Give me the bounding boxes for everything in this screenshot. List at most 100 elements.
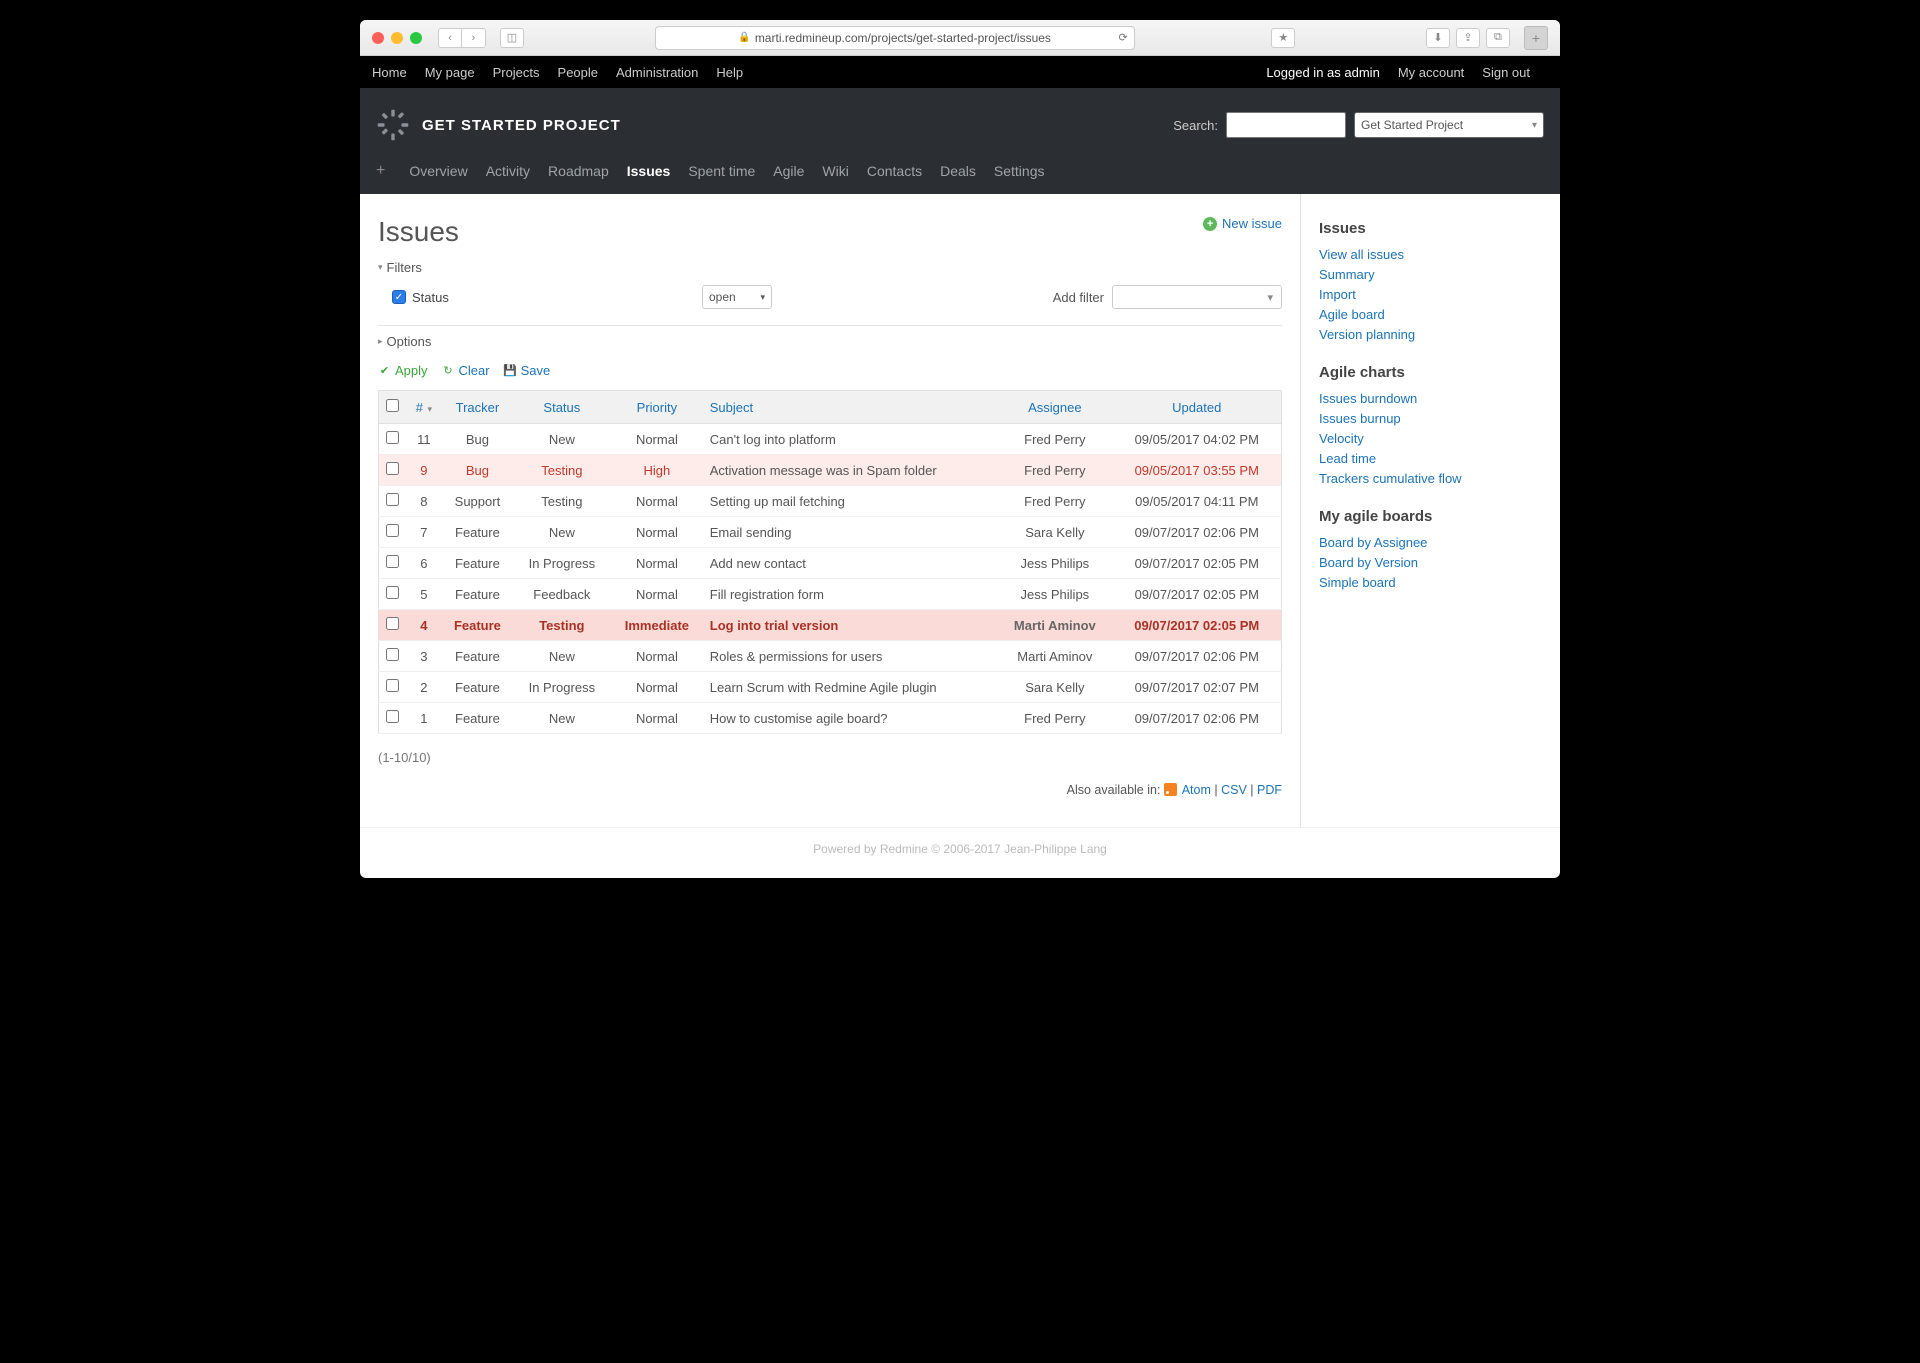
row-checkbox[interactable] — [386, 555, 399, 568]
minimize-window-button[interactable] — [391, 32, 403, 44]
table-row[interactable]: 4FeatureTestingImmediateLog into trial v… — [379, 610, 1282, 641]
options-toggle[interactable]: ▸ Options — [378, 334, 1282, 349]
col-[interactable]: # ▾ — [407, 391, 442, 424]
sidebar-link-view-all-issues[interactable]: View all issues — [1319, 247, 1542, 262]
row-checkbox[interactable] — [386, 617, 399, 630]
add-filter-label: Add filter — [1053, 290, 1104, 305]
table-row[interactable]: 9BugTestingHighActivation message was in… — [379, 455, 1282, 486]
sidebar-toggle-button[interactable]: ◫ — [500, 28, 524, 48]
download-button[interactable]: ⬇ — [1426, 28, 1450, 48]
save-button[interactable]: 💾Save — [504, 363, 551, 378]
row-checkbox[interactable] — [386, 586, 399, 599]
forward-button[interactable]: › — [462, 28, 486, 48]
topnav-projects[interactable]: Projects — [493, 65, 540, 80]
tab-deals[interactable]: Deals — [940, 163, 976, 179]
row-checkbox[interactable] — [386, 431, 399, 444]
maximize-window-button[interactable] — [410, 32, 422, 44]
back-button[interactable]: ‹ — [438, 28, 462, 48]
table-row[interactable]: 3FeatureNewNormalRoles & permissions for… — [379, 641, 1282, 672]
clear-button[interactable]: ↻Clear — [442, 363, 490, 378]
sidebar-link-import[interactable]: Import — [1319, 287, 1542, 302]
sidebar-link-version-planning[interactable]: Version planning — [1319, 327, 1542, 342]
col-status[interactable]: Status — [514, 391, 610, 424]
close-window-button[interactable] — [372, 32, 384, 44]
col-assignee[interactable]: Assignee — [997, 391, 1112, 424]
row-checkbox[interactable] — [386, 648, 399, 661]
table-row[interactable]: 7FeatureNewNormalEmail sendingSara Kelly… — [379, 517, 1282, 548]
apply-button[interactable]: ✔Apply — [378, 363, 428, 378]
tab-settings[interactable]: Settings — [994, 163, 1045, 179]
col-updated[interactable]: Updated — [1113, 391, 1282, 424]
col-priority[interactable]: Priority — [610, 391, 704, 424]
col-subject[interactable]: Subject — [704, 391, 997, 424]
sidebar-link-trackers-cumulative-flow[interactable]: Trackers cumulative flow — [1319, 471, 1542, 486]
address-bar[interactable]: 🔒 marti.redmineup.com/projects/get-start… — [655, 26, 1135, 50]
add-tab-button[interactable]: + — [376, 162, 385, 180]
sidebar-link-lead-time[interactable]: Lead time — [1319, 451, 1542, 466]
project-selector[interactable]: Get Started Project ▾ — [1354, 112, 1544, 138]
tab-overview[interactable]: Overview — [409, 163, 467, 179]
tab-contacts[interactable]: Contacts — [867, 163, 922, 179]
tab-agile[interactable]: Agile — [773, 163, 804, 179]
search-label: Search: — [1173, 118, 1218, 133]
table-row[interactable]: 6FeatureIn ProgressNormalAdd new contact… — [379, 548, 1282, 579]
new-tab-button[interactable]: + — [1524, 26, 1548, 50]
sidebar-link-issues-burndown[interactable]: Issues burndown — [1319, 391, 1542, 406]
table-row[interactable]: 8SupportTestingNormalSetting up mail fet… — [379, 486, 1282, 517]
row-checkbox[interactable] — [386, 493, 399, 506]
sidebar-link-velocity[interactable]: Velocity — [1319, 431, 1542, 446]
tabs-button[interactable]: ⧉ — [1486, 28, 1510, 48]
row-checkbox[interactable] — [386, 524, 399, 537]
export-csv[interactable]: CSV — [1221, 783, 1247, 797]
filters-toggle[interactable]: ▾ Filters — [378, 260, 1282, 275]
sidebar: Issues View all issuesSummaryImportAgile… — [1300, 194, 1560, 827]
issues-table: # ▾TrackerStatusPrioritySubjectAssigneeU… — [378, 390, 1282, 734]
row-checkbox[interactable] — [386, 679, 399, 692]
sidebar-link-board-by-version[interactable]: Board by Version — [1319, 555, 1542, 570]
chevron-down-icon: ▾ — [1532, 120, 1537, 131]
topnav-administration[interactable]: Administration — [616, 65, 698, 80]
footer-text: Powered by Redmine © 2006-2017 Jean-Phil… — [360, 827, 1560, 878]
tab-roadmap[interactable]: Roadmap — [548, 163, 609, 179]
sidebar-link-agile-board[interactable]: Agile board — [1319, 307, 1542, 322]
row-checkbox[interactable] — [386, 462, 399, 475]
sidebar-link-issues-burnup[interactable]: Issues burnup — [1319, 411, 1542, 426]
sidebar-link-summary[interactable]: Summary — [1319, 267, 1542, 282]
add-filter-select[interactable]: ▾ — [1112, 285, 1282, 309]
logged-in-text: Logged in as admin — [1266, 65, 1380, 80]
top-menu: Home My page Projects People Administration H… — [360, 56, 1560, 88]
col-tracker[interactable]: Tracker — [441, 391, 513, 424]
tab-wiki[interactable]: Wiki — [822, 163, 848, 179]
caret-right-icon: ▸ — [378, 336, 383, 347]
new-issue-button[interactable]: + New issue — [1203, 216, 1282, 231]
topnav-people[interactable]: People — [558, 65, 598, 80]
status-filter-checkbox[interactable]: ✓ — [392, 290, 406, 304]
status-filter-label: Status — [412, 290, 702, 305]
row-checkbox[interactable] — [386, 710, 399, 723]
reader-button[interactable]: ★ — [1271, 28, 1295, 48]
tab-spent-time[interactable]: Spent time — [688, 163, 755, 179]
main-menu: + Overview Activity Roadmap Issues Spent tim… — [376, 162, 1544, 194]
sidebar-link-board-by-assignee[interactable]: Board by Assignee — [1319, 535, 1542, 550]
project-title[interactable]: GET STARTED PROJECT — [422, 117, 621, 134]
tab-issues[interactable]: Issues — [627, 163, 671, 179]
topnav-sign-out[interactable]: Sign out — [1482, 65, 1530, 80]
topnav-home[interactable]: Home — [372, 65, 407, 80]
status-filter-operator[interactable]: open ▾ — [702, 285, 772, 309]
reload-icon[interactable]: ⟳ — [1118, 31, 1127, 44]
lock-icon: 🔒 — [738, 32, 750, 43]
topnav-help[interactable]: Help — [716, 65, 743, 80]
search-input[interactable] — [1226, 112, 1346, 138]
table-row[interactable]: 5FeatureFeedbackNormalFill registration … — [379, 579, 1282, 610]
table-row[interactable]: 2FeatureIn ProgressNormalLearn Scrum wit… — [379, 672, 1282, 703]
export-atom[interactable]: Atom — [1182, 783, 1211, 797]
export-pdf[interactable]: PDF — [1257, 783, 1282, 797]
topnav-my-page[interactable]: My page — [425, 65, 475, 80]
table-row[interactable]: 11BugNewNormalCan't log into platformFre… — [379, 424, 1282, 455]
share-button[interactable]: ⇪ — [1456, 28, 1480, 48]
select-all-checkbox[interactable] — [386, 399, 399, 412]
tab-activity[interactable]: Activity — [486, 163, 530, 179]
sidebar-link-simple-board[interactable]: Simple board — [1319, 575, 1542, 590]
table-row[interactable]: 1FeatureNewNormalHow to customise agile … — [379, 703, 1282, 734]
topnav-my-account[interactable]: My account — [1398, 65, 1464, 80]
